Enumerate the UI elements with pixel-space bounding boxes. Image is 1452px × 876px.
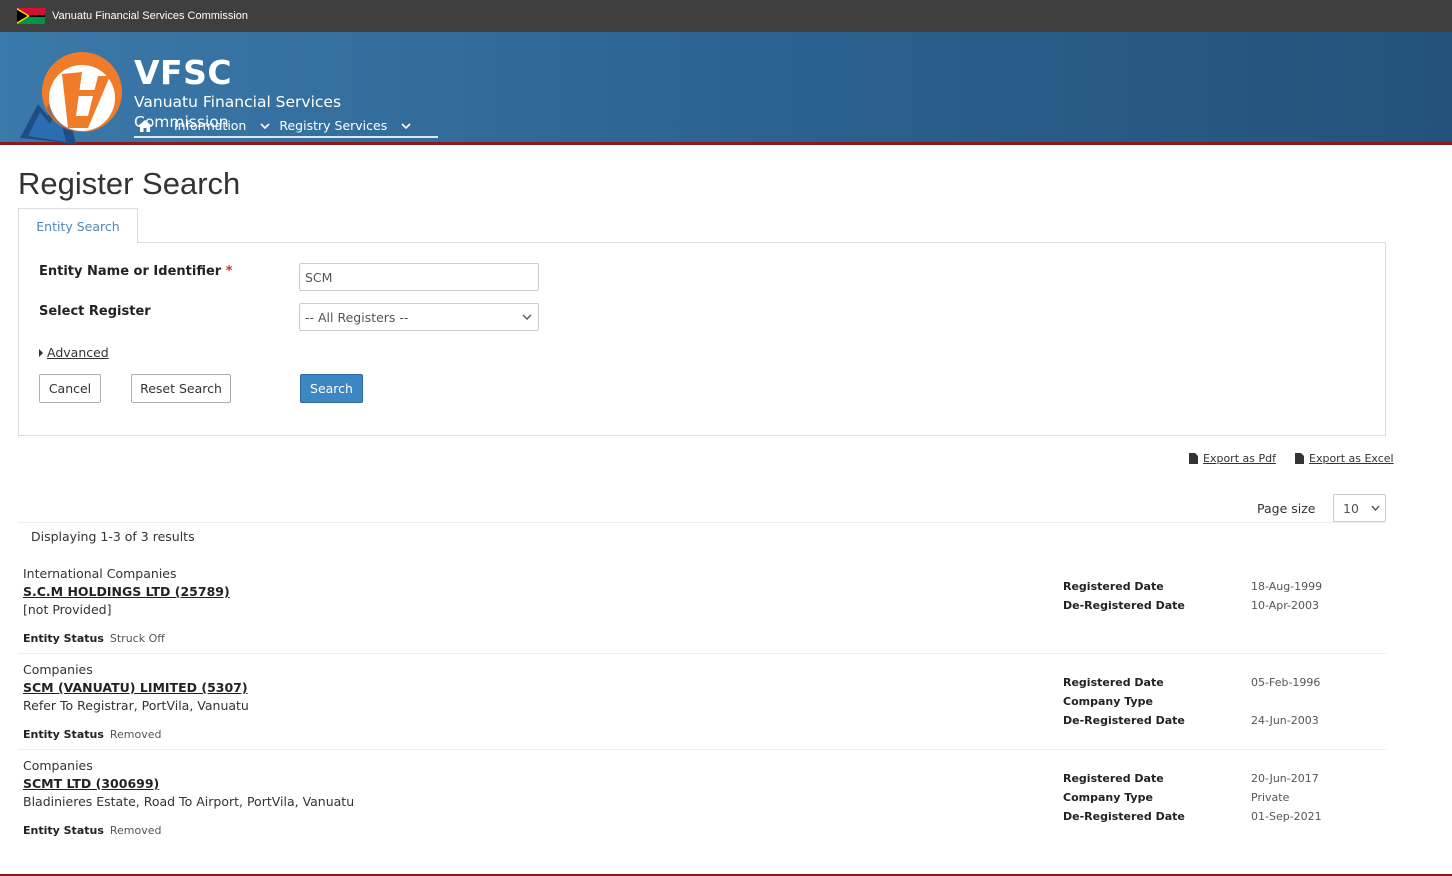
file-icon — [1295, 453, 1304, 464]
detail-value: 01-Sep-2021 — [1251, 810, 1322, 823]
detail-row: De-Registered Date 24-Jun-2003 — [1063, 714, 1363, 733]
status-value: Removed — [109, 824, 162, 837]
advanced-link[interactable]: Advanced — [47, 345, 109, 360]
status-value: Removed — [109, 728, 162, 741]
detail-label: De-Registered Date — [1063, 810, 1185, 823]
chevron-down-icon — [522, 314, 532, 320]
vanuatu-flag-icon — [17, 8, 45, 24]
org-name: Vanuatu Financial Services Commission — [52, 10, 249, 22]
entity-name-value: SCM — [305, 269, 333, 285]
result-status: Entity Status Removed — [23, 728, 162, 741]
detail-value: 20-Jun-2017 — [1251, 772, 1319, 785]
result-item: Companies SCM (VANUATU) LIMITED (5307) R… — [23, 662, 1386, 748]
export-pdf[interactable]: Export as Pdf — [1189, 452, 1276, 465]
detail-row: De-Registered Date 10-Apr-2003 — [1063, 599, 1363, 618]
status-value: Struck Off — [109, 632, 165, 645]
detail-value: Private — [1251, 791, 1290, 804]
chevron-down-icon — [401, 122, 411, 129]
detail-row: Registered Date 05-Feb-1996 — [1063, 676, 1363, 695]
detail-label: De-Registered Date — [1063, 599, 1185, 612]
detail-value: 18-Aug-1999 — [1251, 580, 1323, 593]
detail-row: Company Type Private — [1063, 791, 1363, 810]
detail-label: Company Type — [1063, 791, 1153, 804]
result-details: Registered Date 18-Aug-1999 De-Registered… — [1063, 580, 1363, 618]
divider — [18, 653, 1386, 654]
results-summary: Displaying 1-3 of 3 results — [31, 529, 195, 544]
advanced-toggle[interactable]: Advanced — [39, 345, 109, 360]
detail-row: De-Registered Date 01-Sep-2021 — [1063, 810, 1363, 829]
result-type: Companies — [23, 758, 93, 773]
result-details: Registered Date 20-Jun-2017 Company Type P… — [1063, 772, 1363, 829]
result-address: Refer To Registrar, PortVila, Vanuatu — [23, 698, 249, 713]
register-select-value: -- All Registers -- — [305, 309, 409, 325]
nav-item-information-label: Information — [174, 118, 247, 133]
entity-name-input[interactable]: SCM — [299, 263, 539, 291]
brand-abbr: VFSC — [134, 53, 233, 92]
main-nav: Information Registry Services — [134, 118, 420, 133]
result-name-link[interactable]: SCMT LTD (300699) — [23, 776, 159, 791]
reset-search-button[interactable]: Reset Search — [131, 374, 231, 403]
detail-row: Registered Date 20-Jun-2017 — [1063, 772, 1363, 791]
tab-entity-search[interactable]: Entity Search — [18, 208, 138, 244]
page-size-label: Page size — [1257, 501, 1316, 516]
detail-value: 24-Jun-2003 — [1251, 714, 1319, 727]
export-excel[interactable]: Export as Excel — [1295, 452, 1394, 465]
result-address: [not Provided] — [23, 602, 112, 617]
page-title: Register Search — [18, 166, 241, 201]
result-type: Companies — [23, 662, 93, 677]
cancel-button[interactable]: Cancel — [39, 374, 101, 403]
status-label: Entity Status — [23, 824, 104, 837]
detail-value: 05-Feb-1996 — [1251, 676, 1321, 689]
entity-name-label: Entity Name or Identifier * — [39, 264, 233, 279]
home-icon[interactable] — [138, 119, 152, 132]
page-size-value: 10 — [1343, 500, 1359, 516]
result-status: Entity Status Removed — [23, 824, 162, 837]
status-label: Entity Status — [23, 728, 104, 741]
nav-item-registry-services[interactable]: Registry Services — [279, 118, 420, 133]
detail-row: Registered Date 18-Aug-1999 — [1063, 580, 1363, 599]
file-icon — [1189, 453, 1198, 464]
export-pdf-link[interactable]: Export as Pdf — [1203, 452, 1276, 465]
vfsc-logo-icon[interactable] — [18, 46, 124, 144]
result-status: Entity Status Struck Off — [23, 632, 165, 645]
entity-name-label-text: Entity Name or Identifier — [39, 264, 222, 279]
status-label: Entity Status — [23, 632, 104, 645]
search-button[interactable]: Search — [300, 374, 363, 403]
required-mark: * — [225, 264, 233, 279]
result-name-link[interactable]: SCM (VANUATU) LIMITED (5307) — [23, 680, 248, 695]
export-excel-link[interactable]: Export as Excel — [1309, 452, 1394, 465]
caret-right-icon — [39, 348, 43, 357]
top-bar: Vanuatu Financial Services Commission — [0, 0, 1452, 32]
result-name-link[interactable]: S.C.M HOLDINGS LTD (25789) — [23, 584, 230, 599]
result-type: International Companies — [23, 566, 177, 581]
nav-item-registry-services-label: Registry Services — [279, 118, 388, 133]
detail-value: 10-Apr-2003 — [1251, 599, 1320, 612]
detail-label: Registered Date — [1063, 580, 1164, 593]
chevron-down-icon — [1371, 505, 1380, 512]
detail-label: Company Type — [1063, 695, 1153, 708]
result-item: International Companies S.C.M HOLDINGS L… — [23, 566, 1386, 652]
chevron-down-icon — [260, 122, 270, 129]
page-size-select[interactable]: 10 — [1333, 494, 1386, 522]
divider — [18, 749, 1386, 750]
detail-label: Registered Date — [1063, 772, 1164, 785]
detail-label: Registered Date — [1063, 676, 1164, 689]
result-details: Registered Date 05-Feb-1996 Company Type … — [1063, 676, 1363, 733]
detail-row: Company Type — [1063, 695, 1363, 714]
nav-item-information[interactable]: Information — [174, 118, 279, 133]
select-register-label: Select Register — [39, 304, 151, 319]
register-select[interactable]: -- All Registers -- — [299, 303, 539, 331]
result-item: Companies SCMT LTD (300699) Bladinieres … — [23, 758, 1386, 844]
detail-label: De-Registered Date — [1063, 714, 1185, 727]
divider — [18, 522, 1386, 523]
result-address: Bladinieres Estate, Road To Airport, Por… — [23, 794, 355, 809]
